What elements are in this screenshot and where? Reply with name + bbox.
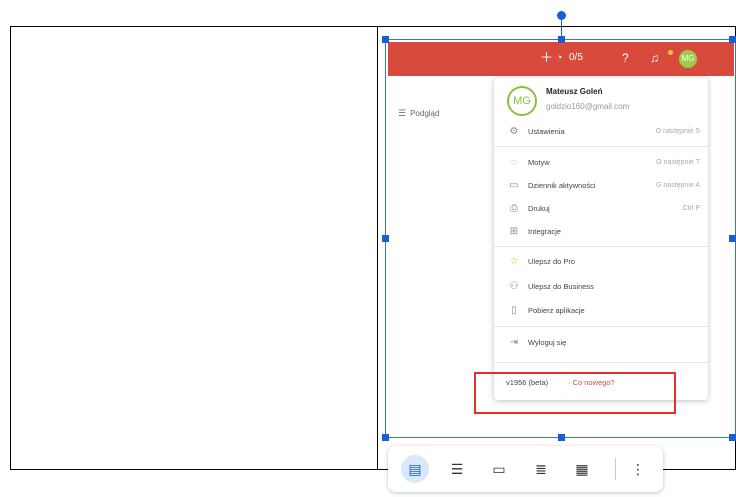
in-front-text-icon[interactable]: ▦ xyxy=(568,455,596,483)
resize-handle-bottom[interactable] xyxy=(558,434,565,441)
table-column-divider xyxy=(377,27,378,469)
image-selection-frame xyxy=(385,39,736,438)
resize-handle-left[interactable] xyxy=(382,235,389,242)
behind-text-icon[interactable]: ≣ xyxy=(527,455,555,483)
resize-handle-top[interactable] xyxy=(558,36,565,43)
toolbar-divider xyxy=(615,458,616,480)
resize-handle-bottom-left[interactable] xyxy=(382,434,389,441)
rotation-handle[interactable] xyxy=(557,11,566,20)
break-text-icon[interactable]: ▭ xyxy=(485,455,513,483)
resize-handle-top-right[interactable] xyxy=(729,36,736,43)
wrap-text-icon[interactable]: ☰ xyxy=(443,455,471,483)
more-options-icon[interactable]: ⋮ xyxy=(624,455,652,483)
resize-handle-bottom-right[interactable] xyxy=(729,434,736,441)
inline-icon[interactable]: ▤ xyxy=(401,455,429,483)
resize-handle-right[interactable] xyxy=(729,235,736,242)
image-layout-toolbar: ▤ ☰ ▭ ≣ ▦ ⋮ xyxy=(388,446,663,492)
resize-handle-top-left[interactable] xyxy=(382,36,389,43)
